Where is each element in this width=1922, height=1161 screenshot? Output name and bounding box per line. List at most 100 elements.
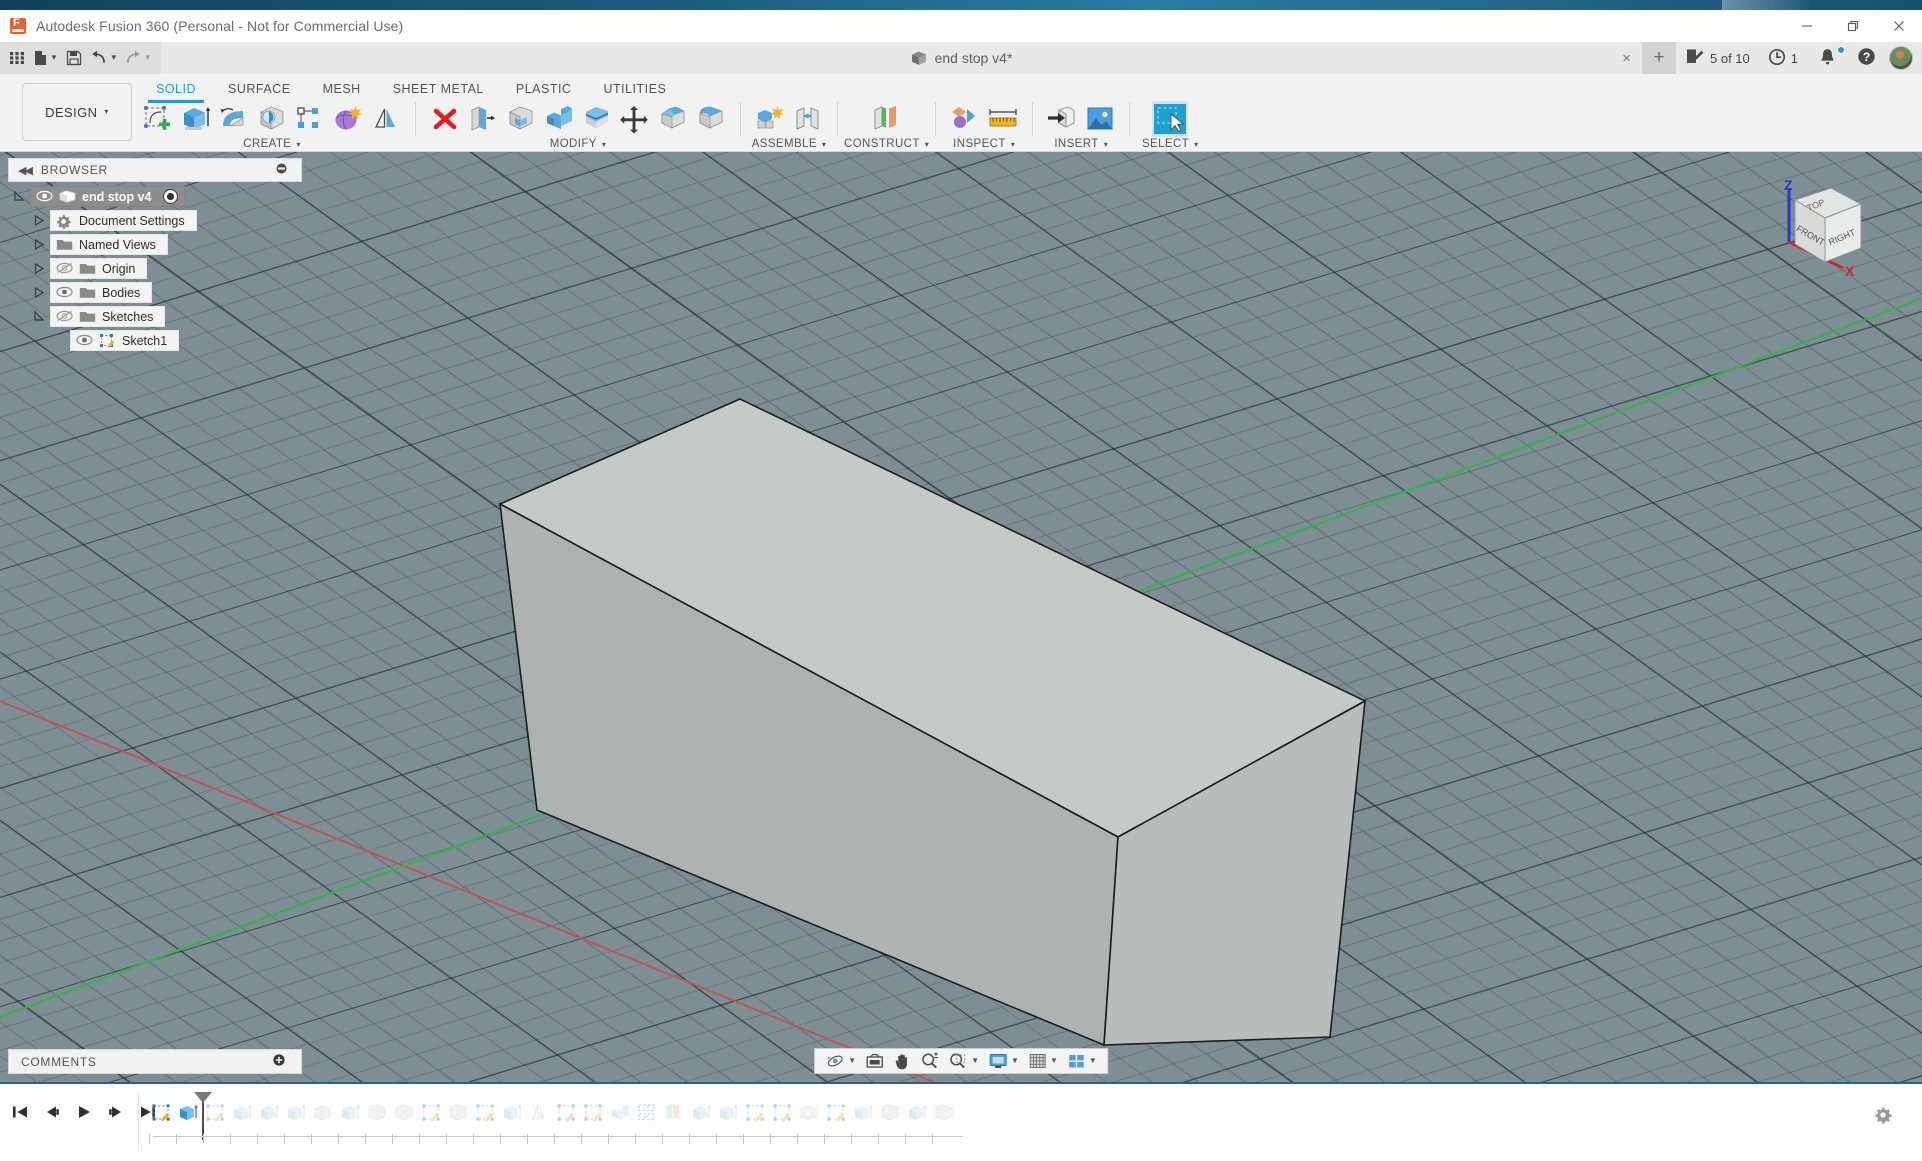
- workspace-switcher[interactable]: DESIGN ▾: [22, 83, 132, 141]
- timeline-settings-gear-icon[interactable]: [1874, 1106, 1892, 1129]
- delete-icon[interactable]: [427, 101, 463, 137]
- timeline-feature-combine[interactable]: [607, 1096, 634, 1144]
- save-icon[interactable]: [61, 45, 87, 71]
- timeline-feature-sketch[interactable]: [553, 1096, 580, 1144]
- tree-node-origin[interactable]: Origin: [8, 258, 308, 279]
- timeline-feature-sketch[interactable]: [194, 1092, 229, 1144]
- timeline-feature-sketch[interactable]: [742, 1096, 769, 1144]
- tree-node-root[interactable]: end stop v4: [8, 186, 308, 207]
- timeline-feature-fillet[interactable]: [877, 1096, 904, 1144]
- activate-component-radio[interactable]: [163, 189, 179, 204]
- display-settings-icon[interactable]: ▼: [984, 1049, 1023, 1073]
- timeline-track[interactable]: [148, 1092, 1712, 1154]
- close-tab-button[interactable]: ×: [1611, 42, 1642, 74]
- chevron-down-icon[interactable]: ▼: [848, 1057, 856, 1065]
- document-tab[interactable]: end stop v4*: [910, 50, 1012, 66]
- visibility-eye-hidden-icon[interactable]: [56, 262, 73, 275]
- tree-node-sketch1[interactable]: Sketch1: [8, 330, 308, 351]
- twisty-collapsed-icon[interactable]: [28, 215, 50, 226]
- timeline-feature-fillet[interactable]: [931, 1096, 958, 1144]
- timeline-feature-sketch[interactable]: [148, 1096, 175, 1144]
- tree-node-document-settings[interactable]: Document Settings: [8, 210, 308, 231]
- fit-icon[interactable]: ▼: [944, 1049, 983, 1073]
- panel-dot-icon[interactable]: [276, 161, 287, 179]
- tree-chip-origin[interactable]: Origin: [50, 258, 148, 279]
- help-button[interactable]: ?: [1848, 42, 1885, 74]
- tree-chip-end-stop[interactable]: end stop v4: [30, 186, 186, 207]
- rectangular-pattern-icon[interactable]: [292, 101, 328, 137]
- chevron-down-icon[interactable]: ▼: [1050, 1057, 1058, 1065]
- new-component-icon[interactable]: [752, 101, 788, 137]
- press-pull-icon[interactable]: [465, 101, 501, 137]
- minimize-icon[interactable]: [1784, 10, 1830, 42]
- chevron-down-icon[interactable]: ▼: [50, 54, 58, 62]
- visibility-eye-icon[interactable]: [36, 190, 53, 203]
- timeline-feature-extrude[interactable]: [229, 1096, 256, 1144]
- panel-label-assemble[interactable]: ASSEMBLE ▾: [752, 138, 827, 151]
- offset-plane-icon[interactable]: [869, 101, 905, 137]
- chevron-down-icon[interactable]: ▼: [144, 54, 152, 62]
- twisty-expanded-icon[interactable]: [28, 311, 50, 322]
- timeline-feature-sketch[interactable]: [769, 1096, 796, 1144]
- grid-snaps-icon[interactable]: ▼: [1024, 1049, 1062, 1073]
- timeline-feature-sketch[interactable]: [823, 1096, 850, 1144]
- look-at-icon[interactable]: [861, 1049, 888, 1073]
- add-comment-icon[interactable]: [273, 1053, 285, 1071]
- chevron-down-icon[interactable]: ▼: [971, 1057, 979, 1065]
- insert-canvas-image-icon[interactable]: [1082, 101, 1118, 137]
- collapse-left-icon[interactable]: ◀◀: [18, 164, 33, 177]
- user-avatar[interactable]: [1889, 46, 1913, 70]
- combine-icon[interactable]: [541, 101, 577, 137]
- visibility-eye-icon[interactable]: [76, 334, 93, 347]
- zoom-icon[interactable]: [916, 1049, 943, 1073]
- timeline-feature-shell[interactable]: [310, 1096, 337, 1144]
- tree-chip-document-settings[interactable]: Document Settings: [50, 210, 197, 231]
- viewports-icon[interactable]: ▼: [1063, 1049, 1101, 1073]
- split-face-icon[interactable]: [579, 101, 615, 137]
- timeline-feature-extrude[interactable]: [256, 1096, 283, 1144]
- insert-derive-icon[interactable]: [1044, 101, 1080, 137]
- tab-surface[interactable]: SURFACE: [212, 79, 307, 99]
- chamfer-icon[interactable]: [655, 101, 691, 137]
- panel-label-create[interactable]: CREATE ▾: [243, 138, 301, 151]
- chevron-down-icon[interactable]: ▼: [1011, 1057, 1019, 1065]
- move-copy-icon[interactable]: [617, 101, 653, 137]
- timeline-feature-plane[interactable]: [661, 1096, 688, 1144]
- panel-label-modify[interactable]: MODIFY ▾: [550, 138, 607, 151]
- timeline-feature-sketch[interactable]: [580, 1096, 607, 1144]
- new-document-icon[interactable]: ▼: [30, 45, 61, 71]
- twisty-collapsed-icon[interactable]: [28, 263, 50, 274]
- panel-label-construct[interactable]: CONSTRUCT ▾: [844, 138, 929, 151]
- revolve-icon[interactable]: [216, 101, 252, 137]
- tree-chip-named-views[interactable]: Named Views: [50, 234, 168, 255]
- timeline-feature-pattern[interactable]: [634, 1096, 661, 1144]
- step-back-icon[interactable]: [40, 1100, 64, 1124]
- tree-chip-sketches[interactable]: Sketches: [50, 306, 166, 327]
- go-to-beginning-icon[interactable]: [8, 1100, 32, 1124]
- orbit-icon[interactable]: ▼: [821, 1049, 860, 1073]
- create-sketch-icon[interactable]: [140, 101, 176, 137]
- select-window-icon[interactable]: [1152, 101, 1189, 137]
- tree-chip-sketch1[interactable]: Sketch1: [70, 330, 180, 351]
- undo-icon[interactable]: ▼: [87, 45, 121, 71]
- viewport-canvas[interactable]: Z X TOP FRONT RIGHT ◀◀ BROWSER end stop …: [0, 152, 1922, 1082]
- chevron-down-icon[interactable]: ▼: [1089, 1057, 1097, 1065]
- notifications-button[interactable]: [1807, 42, 1848, 74]
- jobs-status[interactable]: 5 of 10: [1676, 42, 1759, 74]
- tab-sheet-metal[interactable]: SHEET METAL: [377, 79, 500, 99]
- redo-icon[interactable]: ▼: [121, 45, 155, 71]
- timeline-feature-sketch[interactable]: [418, 1096, 445, 1144]
- hole-icon[interactable]: [254, 101, 290, 137]
- timeline-feature-extrude[interactable]: [904, 1096, 931, 1144]
- tab-solid[interactable]: SOLID: [140, 79, 212, 103]
- comments-panel[interactable]: COMMENTS: [8, 1049, 302, 1074]
- panel-label-insert[interactable]: INSERT ▾: [1054, 138, 1108, 151]
- shell-icon[interactable]: [503, 101, 539, 137]
- timeline-feature-sketch[interactable]: [472, 1096, 499, 1144]
- fillet-icon[interactable]: [693, 101, 729, 137]
- twisty-expanded-icon[interactable]: [8, 191, 30, 202]
- timeline-feature-extrude[interactable]: [850, 1096, 877, 1144]
- step-forward-icon[interactable]: [104, 1100, 128, 1124]
- tab-plastic[interactable]: PLASTIC: [500, 79, 588, 99]
- timeline-feature-fillet[interactable]: [445, 1096, 472, 1144]
